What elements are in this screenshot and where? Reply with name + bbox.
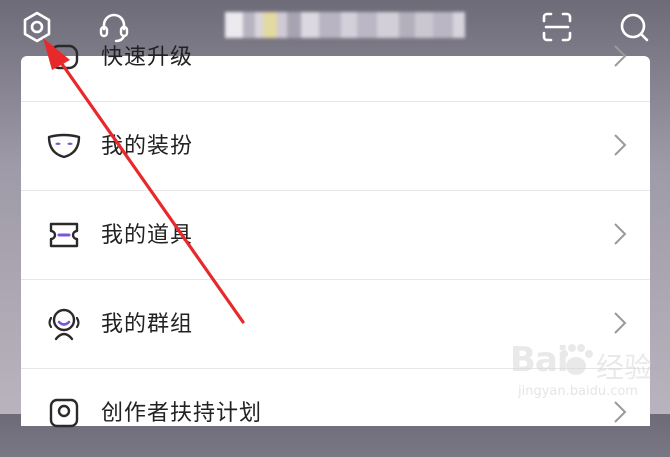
upgrade-icon	[45, 38, 83, 76]
group-icon	[45, 305, 83, 343]
mask-icon	[45, 127, 83, 165]
chevron-right-icon	[612, 42, 628, 70]
menu-item-label: 快速升级	[101, 45, 194, 70]
menu-item-label: 我的道具	[101, 223, 194, 248]
watermark: Bai 经验 jingyan.baidu.com	[510, 340, 660, 410]
watermark-url: jingyan.baidu.com	[518, 384, 638, 399]
creator-icon	[45, 394, 83, 432]
watermark-brand-cn: 经验	[596, 351, 653, 384]
menu-item-label: 我的装扮	[101, 134, 194, 159]
paw-icon	[560, 344, 593, 375]
ticket-icon	[45, 216, 83, 254]
menu-item-label: 我的群组	[101, 312, 194, 337]
menu-item-my-props[interactable]: 我的道具	[21, 190, 650, 280]
chevron-right-icon	[612, 309, 628, 337]
menu-item-my-dressup[interactable]: 我的装扮	[21, 101, 650, 191]
menu-item-upgrade[interactable]: 快速升级	[21, 12, 650, 102]
chevron-right-icon	[612, 220, 628, 248]
menu-item-label: 创作者扶持计划	[101, 401, 263, 426]
chevron-right-icon	[612, 131, 628, 159]
